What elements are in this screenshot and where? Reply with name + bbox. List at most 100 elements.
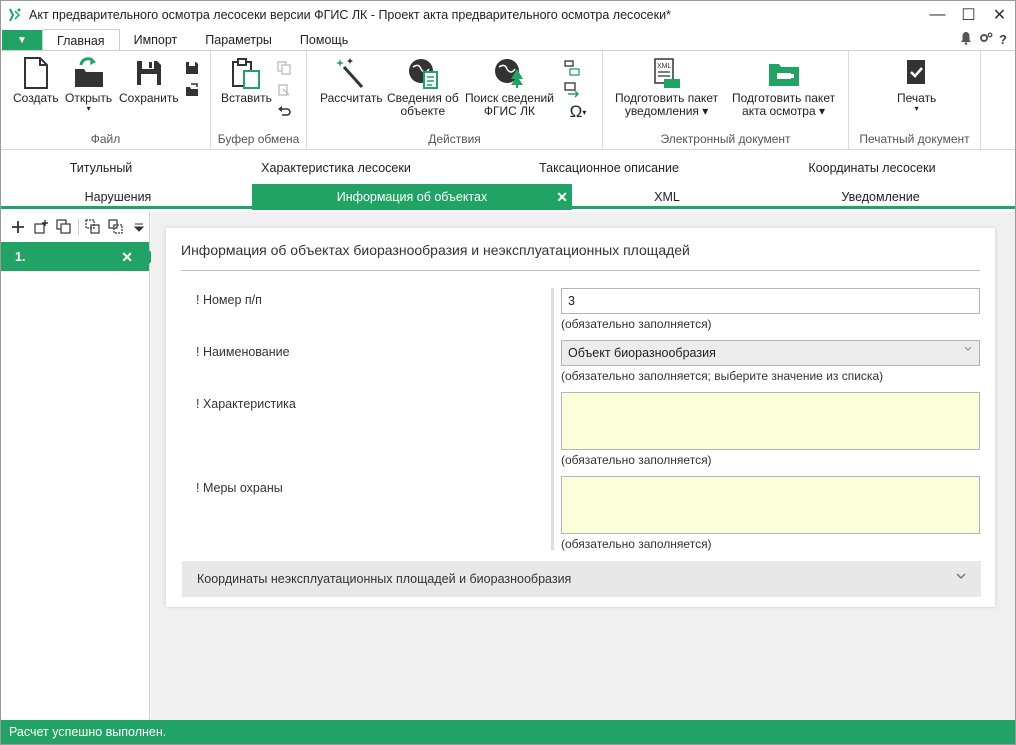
- document-tabs: Титульный Характеристика лесосеки Таксац…: [1, 151, 1015, 210]
- add-record-icon[interactable]: [9, 218, 27, 236]
- tab-object-info[interactable]: Информация об объектах ✕: [252, 184, 572, 210]
- magic-wand-icon: [335, 57, 367, 89]
- globe-document-icon: [407, 57, 439, 89]
- status-bar: Расчет успешно выполнен.: [1, 720, 1015, 744]
- calculate-button[interactable]: Рассчитать: [320, 57, 383, 105]
- save-button[interactable]: Сохранить: [119, 57, 179, 105]
- tab-title-page[interactable]: Титульный: [1, 155, 201, 181]
- minimize-button[interactable]: —: [922, 1, 953, 29]
- omega-dropdown-icon: ▾: [582, 107, 587, 117]
- ribbon-group-actions: Рассчитать Сведения об объекте Поиск све…: [307, 51, 603, 150]
- records-pane: 1. ✕: [1, 212, 156, 720]
- help-icon[interactable]: ?: [999, 32, 1007, 47]
- save-label: Сохранить: [119, 91, 179, 105]
- omega-icon: Ω: [569, 102, 583, 121]
- object-info-card: Информация об объектах биоразнообразия и…: [166, 228, 995, 607]
- group-label-actions: Действия: [428, 132, 481, 146]
- notifications-bell-icon[interactable]: [959, 31, 973, 48]
- open-folder-icon: [73, 57, 105, 89]
- undo-icon[interactable]: [275, 103, 293, 121]
- records-toolbar: [1, 212, 149, 242]
- group-label-edoc: Электронный документ: [660, 132, 791, 146]
- paste-label: Вставить: [221, 91, 272, 105]
- svg-text:XML: XML: [657, 63, 672, 70]
- close-window-button[interactable]: ✕: [984, 1, 1015, 29]
- name-hint: (обязательно заполняется; выберите значе…: [561, 369, 884, 383]
- special-symbol-button[interactable]: Ω ▾: [563, 102, 593, 121]
- tab-taxation-description[interactable]: Таксационное описание: [471, 155, 747, 181]
- chevron-down-icon[interactable]: [963, 344, 973, 357]
- new-document-icon: [20, 57, 52, 89]
- search-fgis-label-2: ФГИС ЛК: [483, 104, 536, 118]
- create-label: Создать: [13, 91, 59, 105]
- save-as-icon[interactable]: [183, 59, 201, 77]
- duplicate-record-icon[interactable]: [55, 218, 73, 236]
- list-item-label: 1.: [15, 249, 26, 264]
- toolbar-separator: [78, 219, 79, 235]
- prepare-act-package-button[interactable]: Подготовить пакет акта осмотра ▾: [732, 57, 835, 118]
- close-tab-icon[interactable]: ✕: [556, 189, 568, 206]
- name-select[interactable]: Объект биоразнообразия: [561, 340, 980, 366]
- characteristic-hint: (обязательно заполняется): [561, 453, 712, 467]
- status-text: Расчет успешно выполнен.: [9, 725, 167, 739]
- ribbon-group-print: Печать ▾ Печатный документ: [849, 51, 981, 150]
- title-bar: Акт предварительного осмотра лесосеки ве…: [1, 1, 1015, 29]
- tab-xml[interactable]: XML: [572, 184, 762, 210]
- name-select-value: Объект биоразнообразия: [568, 346, 716, 360]
- add-child-record-icon[interactable]: [32, 218, 50, 236]
- paste-button[interactable]: Вставить: [221, 57, 272, 105]
- protection-hint: (обязательно заполняется): [561, 537, 712, 551]
- characteristic-textarea[interactable]: [561, 392, 980, 450]
- delete-record-icon[interactable]: ✕: [121, 249, 133, 266]
- name-label: ! Наименование: [196, 345, 290, 359]
- paste-record-icon[interactable]: [107, 218, 125, 236]
- tab-import[interactable]: Импорт: [120, 29, 192, 50]
- print-button[interactable]: Печать ▾: [897, 57, 936, 113]
- tab-plot-characteristics[interactable]: Характеристика лесосеки: [201, 155, 471, 181]
- save-to-folder-icon[interactable]: [183, 81, 201, 99]
- copy-icon: [275, 59, 293, 77]
- xml-package-icon: XML: [651, 57, 683, 89]
- tab-object-info-label: Информация об объектах: [336, 190, 488, 204]
- globe-tree-icon: [493, 57, 525, 89]
- maximize-button[interactable]: ☐: [953, 1, 984, 29]
- calculate-label: Рассчитать: [320, 91, 383, 105]
- protection-textarea[interactable]: [561, 476, 980, 534]
- app-logo-icon: [7, 7, 23, 23]
- open-button[interactable]: Открыть ▾: [65, 57, 112, 113]
- create-button[interactable]: Создать: [13, 57, 59, 105]
- print-dropdown-icon[interactable]: ▾: [915, 105, 919, 113]
- export-window-icon[interactable]: [563, 81, 581, 99]
- object-info-label-2: объекте: [400, 104, 446, 118]
- object-info-button[interactable]: Сведения об объекте: [387, 57, 459, 118]
- tab-help[interactable]: Помощь: [286, 29, 362, 50]
- paste-clipboard-icon: [230, 57, 262, 89]
- prepare-notification-package-button[interactable]: XML Подготовить пакет уведомления ▾: [615, 57, 718, 118]
- coordinates-accordion[interactable]: Координаты неэксплуатационных площадей и…: [182, 561, 981, 597]
- file-menu-button[interactable]: ▼: [2, 30, 42, 50]
- settings-gear-icon[interactable]: [979, 31, 993, 48]
- list-item[interactable]: 1. ✕: [1, 242, 156, 271]
- tab-parameters[interactable]: Параметры: [191, 29, 286, 50]
- title-divider: [181, 270, 980, 271]
- search-fgis-button[interactable]: Поиск сведений ФГИС ЛК: [465, 57, 554, 118]
- tab-violations[interactable]: Нарушения: [1, 184, 235, 210]
- ribbon-group-clipboard: Вставить Буфер обмена: [211, 51, 307, 150]
- number-input[interactable]: 3: [561, 288, 980, 314]
- form-title: Информация об объектах биоразнообразия и…: [181, 242, 690, 258]
- window-title: Акт предварительного осмотра лесосеки ве…: [29, 8, 671, 22]
- save-disk-icon: [133, 57, 165, 89]
- tab-plot-coordinates[interactable]: Координаты лесосеки: [747, 155, 997, 181]
- copy-record-icon[interactable]: [84, 218, 102, 236]
- number-label: ! Номер п/п: [196, 293, 262, 307]
- cut-icon: [275, 81, 293, 99]
- open-dropdown-icon[interactable]: ▾: [87, 105, 91, 113]
- ribbon-group-file: Создать Открыть ▾ Сохранить Файл: [1, 51, 211, 150]
- layout-window-icon[interactable]: [563, 59, 581, 77]
- chevron-down-icon[interactable]: [955, 570, 967, 585]
- characteristic-label: ! Характеристика: [196, 397, 296, 411]
- tab-home[interactable]: Главная: [42, 29, 120, 51]
- act-package-label-2: акта осмотра ▾: [742, 104, 826, 118]
- more-options-icon[interactable]: [130, 218, 148, 236]
- tab-notification[interactable]: Уведомление: [762, 184, 999, 210]
